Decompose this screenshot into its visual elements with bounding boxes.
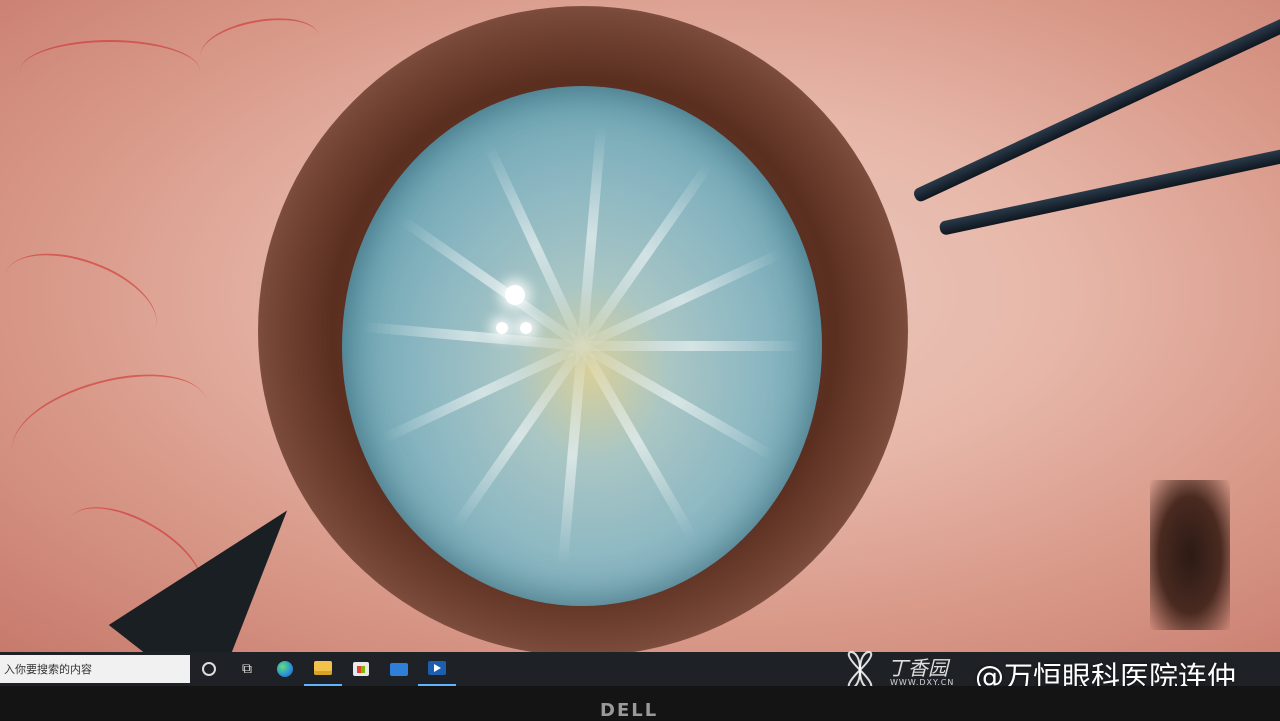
cataract-lens [342,86,822,606]
store-icon [353,662,369,676]
lens-opacity-spoke [582,341,802,351]
light-reflection [520,322,532,334]
light-reflection [505,285,525,305]
edge-button[interactable] [266,652,304,686]
task-view-icon: ⧉ [242,661,252,677]
watermark-brand: 丁香园 [888,656,948,680]
mail-button[interactable] [380,652,418,686]
file-explorer-icon [314,661,332,675]
monitor-brand-logo: DELL [600,700,659,721]
search-text: 入你要搜索的内容 [4,663,92,676]
edge-icon [277,661,293,677]
taskbar-search-input[interactable]: 入你要搜索的内容 [0,655,190,683]
mail-icon [390,662,408,676]
store-button[interactable] [342,652,380,686]
task-view-button[interactable]: ⧉ [228,652,266,686]
light-reflection [496,322,508,334]
media-player-button[interactable] [418,652,456,686]
surgical-video-frame [0,0,1280,652]
cortana-button[interactable] [190,652,228,686]
file-explorer-button[interactable] [304,652,342,686]
cortana-icon [202,662,216,676]
blood-vessel [20,40,200,102]
blood-vessel [196,9,324,83]
media-player-icon [428,661,446,675]
blood-vessel [1,355,219,497]
eyelid-speculum-suture [1150,480,1230,630]
blood-vessel [0,235,170,367]
